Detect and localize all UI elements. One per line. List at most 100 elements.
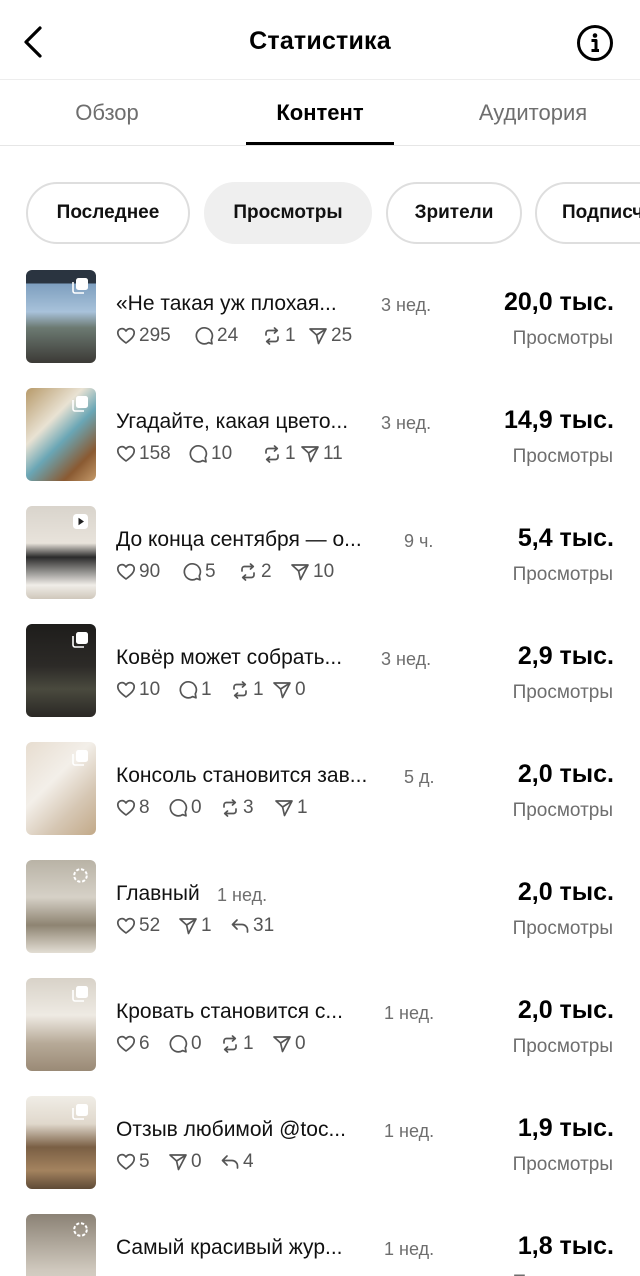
content-row[interactable]: Отзыв любимой @toc... 1 нед. 5 0 4 1,9 тыс. Пр… [0,1096,640,1214]
content-row[interactable]: Кровать становится с... 1 нед. 6 0 1 0 2,0 тыс… [0,978,640,1096]
post-thumbnail[interactable] [26,1214,96,1276]
tab-bar: Обзор Контент Аудитория [0,80,640,146]
views-value: 2,9 тыс. [517,642,614,670]
heart-icon [116,917,136,934]
stat-value: 24 [217,325,239,346]
share-count: 0 [168,1151,202,1173]
repost-count: 1 [230,679,264,701]
share-count: 1 [274,797,308,819]
post-thumbnail[interactable] [26,978,96,1071]
reply-count: 4 [220,1151,254,1173]
content-row[interactable]: Главный 1 нед. 52 1 31 2,0 тыс. Просмотры [0,860,640,978]
stat-value: 0 [295,679,306,700]
stat-value: 4 [243,1151,254,1172]
chip-viewers[interactable]: Зрители [386,182,522,244]
comment-count: 0 [168,1033,202,1055]
share-icon [275,800,293,817]
post-title: До конца сентября — о... [116,528,362,551]
repost-icon [265,327,279,345]
heart-count: 6 [116,1033,150,1055]
post-thumbnail[interactable] [26,742,96,835]
stat-value: 0 [191,1151,202,1172]
content-row[interactable]: Консоль становится зав... 5 д. 8 0 3 1 2,0 тыс… [0,742,640,860]
content-row[interactable]: Ковёр может собрать... 3 нед. 10 1 1 0 2,9 тыс… [0,624,640,742]
post-title: «Не такая уж плохая... [116,292,337,315]
chip-latest[interactable]: Последнее [26,182,190,244]
stat-value: 1 [253,679,264,700]
carousel-icon [72,986,88,1002]
stat-value: 10 [211,443,233,464]
views-label: Просмотры [512,682,613,703]
post-thumbnail[interactable] [26,860,96,953]
post-age: 1 нед. [384,1003,435,1023]
post-thumbnail[interactable] [26,1096,96,1189]
heart-icon [116,1153,136,1170]
content-row[interactable]: Угадайте, какая цвето... 3 нед. 158 10 1 11 14… [0,388,640,506]
comment-icon [195,326,214,345]
heart-icon [116,327,136,344]
share-count: 1 [178,915,212,937]
tab-content[interactable]: Контент [246,100,394,126]
views-label: Просмотры [512,1036,613,1057]
carousel-icon [72,1104,88,1120]
stat-value: 52 [139,915,161,936]
comment-icon [179,680,198,699]
post-thumbnail[interactable] [26,270,96,363]
share-count: 11 [300,443,343,465]
carousel-icon [72,396,88,412]
post-age: 1 нед. [217,885,268,905]
filter-chips: Последнее Просмотры Зрители Подписч [0,180,640,246]
repost-count: 3 [220,797,254,819]
tab-overview[interactable]: Обзор [40,100,174,126]
views-label: Просмотры [512,800,613,821]
heart-icon [116,563,136,580]
content-row[interactable]: «Не такая уж плохая... 3 нед. 295 24 1 25 20,0… [0,270,640,388]
stat-value: 1 [285,443,296,464]
post-title: Главный [116,882,200,905]
heart-count: 90 [116,561,160,583]
stat-value: 8 [139,797,150,818]
active-tab-indicator [246,142,394,145]
views-label: Просмотры [512,446,613,467]
post-thumbnail[interactable] [26,506,96,599]
stat-value: 1 [285,325,296,346]
share-count: 0 [272,679,306,701]
comment-icon [183,562,202,581]
story-icon [73,868,88,883]
comment-count: 24 [194,325,238,347]
post-thumbnail[interactable] [26,388,96,481]
post-title: Ковёр может собрать... [116,646,343,669]
heart-icon [116,1035,136,1052]
stat-value: 0 [191,797,202,818]
stat-value: 5 [205,561,216,582]
content-row[interactable]: Самый красивый жур... 1 нед. 1,8 тыс. Просм… [0,1214,640,1276]
post-thumbnail[interactable] [26,624,96,717]
carousel-icon [72,750,88,766]
views-label: Просмотры [512,1154,613,1175]
stat-value: 0 [191,1033,202,1054]
comment-icon [169,798,188,817]
repost-count: 1 [220,1033,254,1055]
carousel-icon [72,278,88,294]
share-icon [309,328,327,345]
repost-count: 1 [262,443,296,465]
views-label: Просмотры [513,1272,613,1276]
heart-count: 295 [116,325,171,347]
page-title: Статистика [249,27,391,55]
comment-count: 5 [182,561,216,583]
reply-icon [231,919,249,933]
tab-audience[interactable]: Аудитория [462,100,604,126]
repost-count: 1 [262,325,296,347]
stat-value: 31 [253,915,275,936]
stat-value: 1 [297,797,308,818]
stat-value: 1 [243,1033,254,1054]
chip-views[interactable]: Просмотры [204,182,372,244]
views-value: 1,8 тыс. [517,1232,614,1260]
content-row[interactable]: До конца сентября — о... 9 ч. 90 5 2 10 5,4 ты… [0,506,640,624]
views-label: Просмотры [512,918,613,939]
views-label: Просмотры [512,328,613,349]
chip-followers[interactable]: Подписч [535,182,640,244]
heart-count: 52 [116,915,160,937]
info-icon[interactable] [576,24,614,62]
heart-count: 10 [116,679,160,701]
